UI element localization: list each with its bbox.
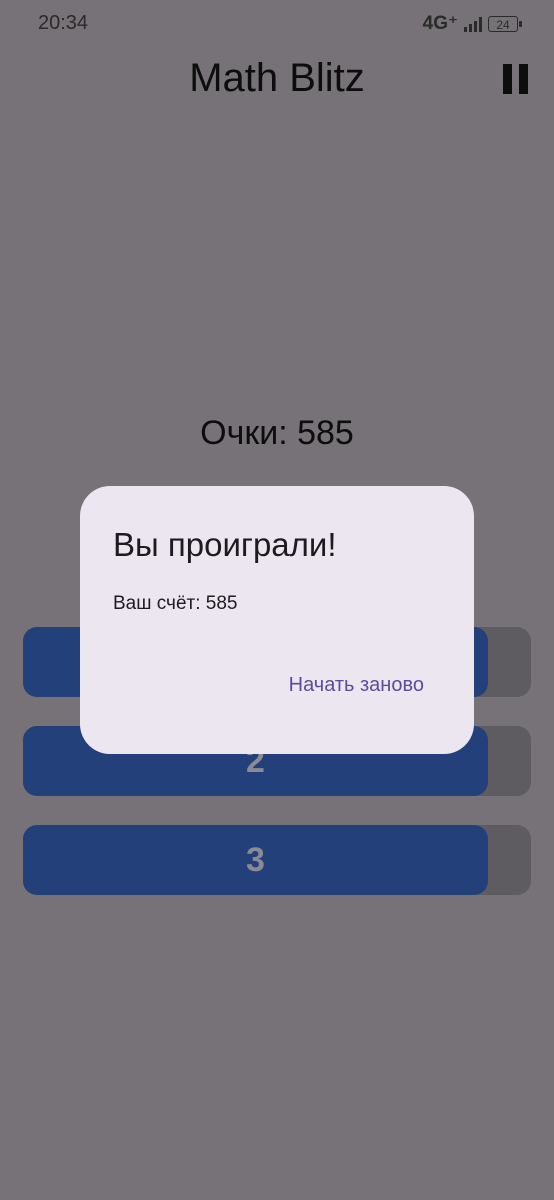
pause-button[interactable] [503, 64, 531, 94]
score-label: Очки: 585 [200, 414, 354, 452]
status-bar: 20:34 4G⁺ 24 [0, 0, 554, 48]
answer-row-3: 3 [23, 825, 531, 895]
pause-icon-bar-left [503, 64, 512, 94]
dialog-score-text: Ваш счёт: 585 [113, 593, 238, 614]
app-title: Math Blitz [189, 56, 365, 100]
game-over-dialog: Вы проиграли! Ваш счёт: 585 Начать занов… [80, 486, 474, 754]
network-type: 4G⁺ [422, 13, 458, 34]
battery-icon: 24 [488, 15, 522, 32]
signal-icon [464, 16, 482, 32]
dialog-title: Вы проиграли! [113, 526, 337, 563]
restart-button[interactable]: Начать заново [289, 674, 424, 697]
battery-level: 24 [496, 17, 510, 32]
pause-icon-bar-right [519, 64, 528, 94]
answer-button-3[interactable]: 3 [23, 825, 488, 895]
status-time: 20:34 [38, 12, 89, 34]
status-icons: 4G⁺ 24 [422, 12, 522, 35]
